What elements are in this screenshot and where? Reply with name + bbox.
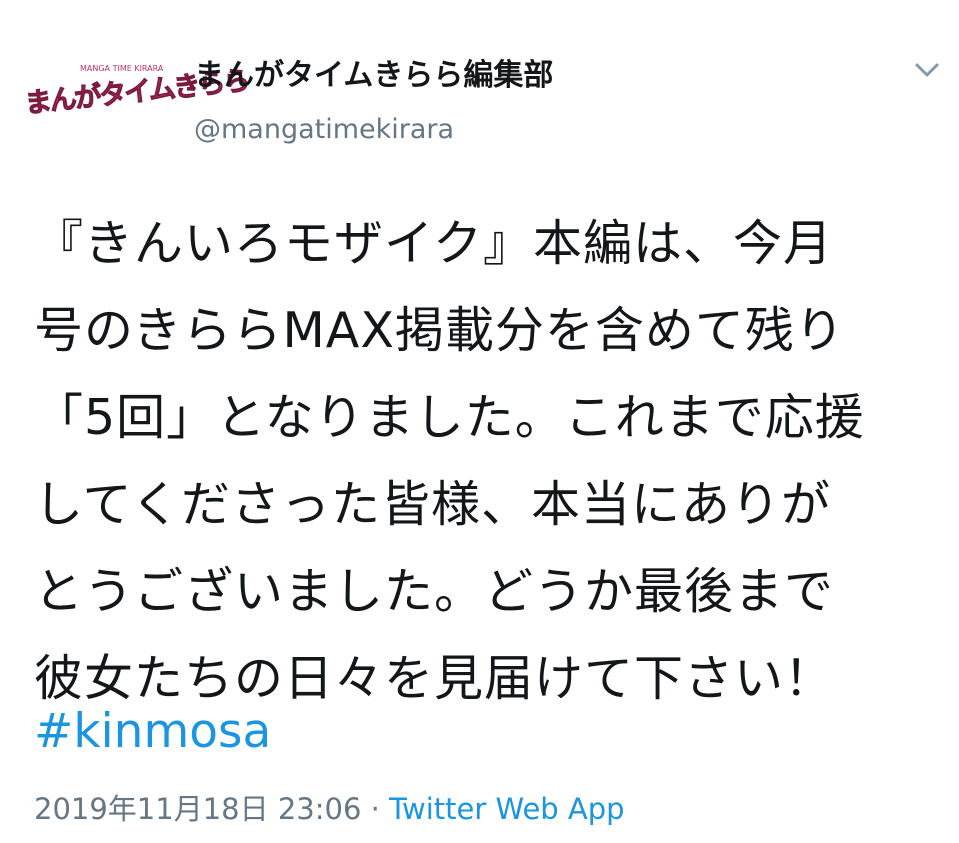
author-handle[interactable]: @mangatimekirara	[194, 114, 454, 145]
tweet-card: MANGA TIME KIRARA まんがタイムきらら まんがタイムきらら編集部…	[0, 0, 959, 843]
timestamp[interactable]: 2019年11月18日 23:06	[34, 792, 361, 826]
tweet-text-line: 号のきららMAX掲載分を含めて残り	[34, 302, 845, 359]
tweet-text-line: とうございました。どうか最後まで	[34, 563, 835, 620]
avatar[interactable]: MANGA TIME KIRARA まんがタイムきらら	[23, 64, 250, 134]
tweet-text: 『きんいろモザイク』本編は、今月 号のきららMAX掲載分を含めて残り 「5回」と…	[34, 200, 944, 722]
tweet-text-line: 『きんいろモザイク』本編は、今月	[34, 215, 834, 272]
chevron-down-icon[interactable]	[912, 58, 942, 82]
author-display-name[interactable]: まんがタイムきらら編集部	[194, 50, 553, 94]
meta-separator: ·	[361, 792, 390, 826]
tweet-text-line: 「5回」となりました。これまで応援	[34, 389, 865, 446]
tweet-meta: 2019年11月18日 23:06 · Twitter Web App	[34, 786, 625, 828]
hashtag-link[interactable]: #kinmosa	[34, 704, 271, 759]
source-link[interactable]: Twitter Web App	[389, 792, 625, 826]
tweet-text-line: してくださった皆様、本当にありが	[34, 476, 832, 533]
